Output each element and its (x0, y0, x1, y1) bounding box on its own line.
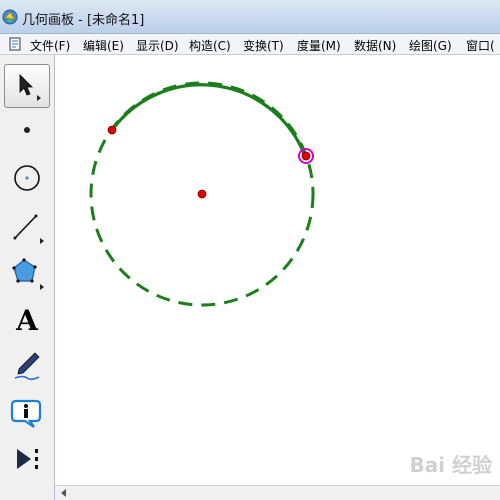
menu-construct[interactable]: 构造(C) (189, 37, 231, 54)
point-tool[interactable] (4, 108, 50, 152)
menu-measure[interactable]: 度量(M) (297, 37, 341, 54)
custom-tool[interactable] (4, 437, 50, 481)
scroll-left-arrow-icon[interactable] (61, 489, 66, 497)
menu-graph[interactable]: 绘图(G) (409, 37, 452, 54)
marker-tool[interactable] (4, 344, 50, 388)
pentagon-icon (12, 258, 44, 290)
geometers-sketchpad-app-icon (2, 9, 18, 25)
point-icon (24, 127, 30, 133)
menu-display[interactable]: 显示(D) (136, 37, 179, 54)
menu-data[interactable]: 数据(N) (354, 37, 396, 54)
circle-compass-icon (14, 165, 40, 191)
menu-file[interactable]: 文件(F) (30, 37, 70, 54)
compass-tool[interactable] (4, 156, 50, 200)
arc-endpoint-left[interactable] (107, 125, 117, 135)
circle-solid-arc[interactable] (110, 83, 307, 157)
title-bar: 几何画板 - [未命名1] (0, 0, 500, 34)
straightedge-tool[interactable] (4, 205, 50, 249)
arrow-pointer-icon (19, 74, 41, 101)
document-icon[interactable] (8, 37, 22, 51)
play-custom-icon (17, 449, 38, 469)
menu-window[interactable]: 窗口( (466, 37, 495, 54)
line-segment-icon (13, 214, 44, 244)
text-tool[interactable]: A (4, 298, 50, 342)
text-a-icon: A (16, 303, 38, 337)
pen-marker-icon (14, 352, 40, 381)
polygon-tool[interactable] (4, 251, 50, 295)
information-tool[interactable] (4, 391, 50, 435)
arrow-select-tool[interactable] (4, 64, 50, 108)
toolbox: A (0, 55, 55, 500)
window-title: 几何画板 - [未命名1] (22, 13, 145, 28)
sketch-svg (89, 81, 315, 307)
watermark: Bai 经验 (409, 453, 492, 477)
menu-transform[interactable]: 变换(T) (243, 37, 284, 54)
center-point[interactable] (197, 189, 207, 199)
menu-edit[interactable]: 编辑(E) (83, 37, 124, 54)
info-bubble-icon (10, 399, 42, 428)
horizontal-scrollbar[interactable] (55, 485, 500, 500)
menu-bar: 文件(F) 编辑(E) 显示(D) 构造(C) 变换(T) 度量(M) 数据(N… (0, 34, 500, 55)
arc-endpoint-right[interactable] (301, 151, 311, 161)
drawing-canvas[interactable] (55, 55, 500, 485)
